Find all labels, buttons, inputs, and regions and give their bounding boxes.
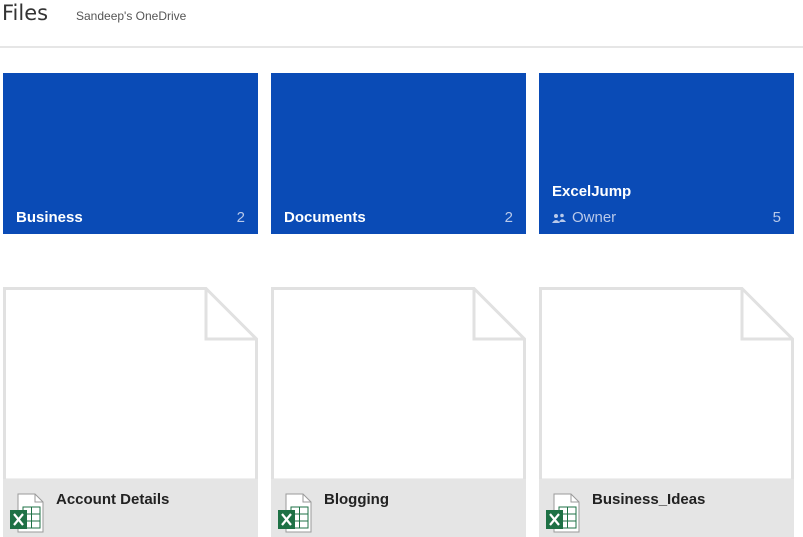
folder-name: ExcelJump — [552, 183, 632, 200]
document-thumbnail — [271, 287, 526, 480]
excel-file-icon — [278, 493, 312, 533]
document-thumbnail — [539, 287, 794, 480]
page-title: Files — [2, 1, 49, 25]
folder-item-count: 5 — [772, 209, 781, 226]
excel-file-icon — [546, 493, 580, 533]
document-thumbnail — [3, 287, 258, 480]
file-name: Business_Ideas — [592, 491, 706, 508]
folder-name: Documents — [284, 209, 366, 226]
file-tile-blogging[interactable]: Blogging — [271, 287, 526, 537]
folder-name: Business — [16, 209, 83, 226]
file-tile-business-ideas[interactable]: Business_Ideas — [539, 287, 794, 537]
folder-tile-documents[interactable]: Documents 2 — [271, 73, 526, 234]
file-name: Blogging — [324, 491, 389, 508]
shared-people-icon — [552, 213, 566, 223]
folder-tile-business[interactable]: Business 2 — [3, 73, 258, 234]
breadcrumb-onedrive[interactable]: Sandeep's OneDrive — [76, 9, 186, 23]
page-header: Files Sandeep's OneDrive — [0, 0, 803, 48]
folder-owner-status: Owner — [552, 209, 616, 226]
folder-item-count: 2 — [504, 209, 513, 226]
file-footer: Account Details — [3, 479, 258, 537]
folder-tile-exceljump[interactable]: ExcelJump Owner 5 — [539, 73, 794, 234]
file-name: Account Details — [56, 491, 170, 508]
folder-item-count: 2 — [236, 209, 245, 226]
file-footer: Business_Ideas — [539, 479, 794, 537]
file-tile-account-details[interactable]: Account Details — [3, 287, 258, 537]
excel-file-icon — [10, 493, 44, 533]
file-footer: Blogging — [271, 479, 526, 537]
folder-role: Owner — [572, 209, 617, 226]
